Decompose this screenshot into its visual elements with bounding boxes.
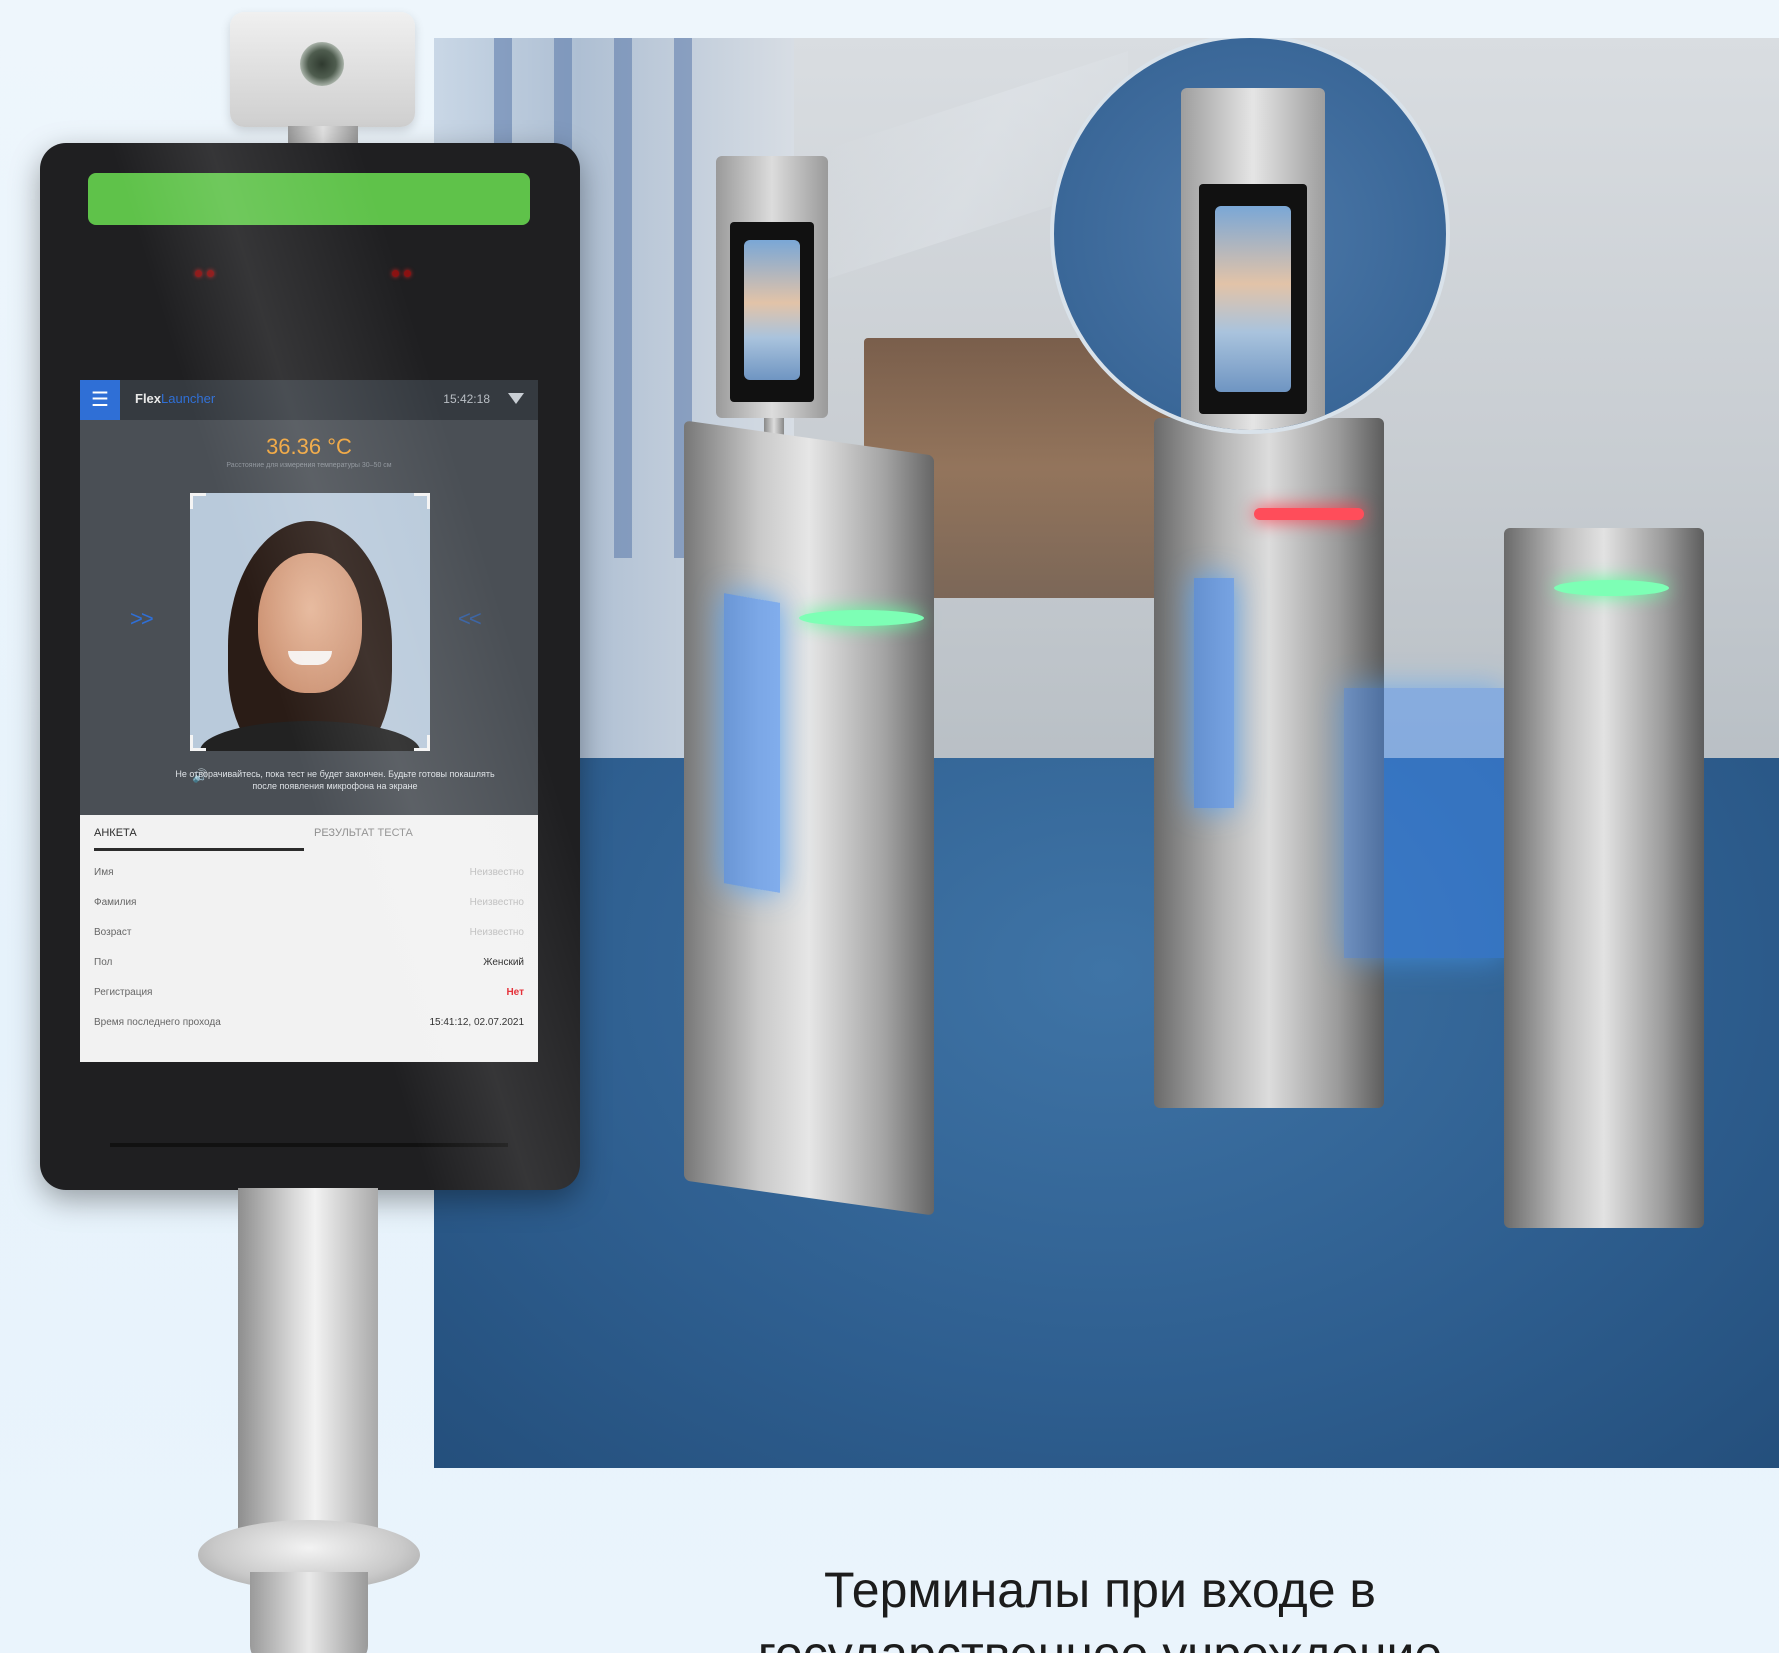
temperature-hint: Расстояние для измерения температуры 30–…: [226, 462, 392, 469]
field-row: Фамилия Неизвестно: [80, 889, 538, 919]
turnstile-glow: [1344, 688, 1504, 958]
portrait-face: [258, 553, 362, 693]
magnified-terminal-body: [1181, 88, 1325, 430]
ir-sensor: [392, 270, 399, 277]
info-panel: АНКЕТА РЕЗУЛЬТАТ ТЕСТА Имя Неизвестно Фа…: [80, 815, 538, 1062]
camera-lens: [300, 42, 344, 86]
caption-line: Терминалы при входе в: [824, 1562, 1376, 1618]
small-terminal: [716, 156, 828, 418]
thermal-camera: [230, 12, 415, 127]
stand-foot: [250, 1572, 368, 1653]
app-title: FlexLauncher: [135, 391, 215, 406]
temperature-readout: 36.36 °C: [266, 434, 352, 459]
ir-sensor: [207, 270, 214, 277]
chevron-left-icon: <<: [458, 606, 482, 631]
chevron-right-icon: >>: [130, 606, 154, 631]
caption-line: государственное учреждение: [700, 1622, 1500, 1653]
frame-corner: [190, 735, 206, 751]
field-value: Неизвестно: [469, 897, 524, 908]
wifi-icon: [508, 393, 524, 404]
masked-face-image: [1215, 206, 1291, 392]
field-label: Время последнего прохода: [94, 1017, 221, 1028]
turnstile-left: [684, 420, 934, 1216]
tab-test-result[interactable]: РЕЗУЛЬТАТ ТЕСТА: [314, 815, 524, 851]
turnstile-green-light: [1554, 580, 1669, 596]
field-label: Пол: [94, 957, 113, 968]
field-value: Неизвестно: [469, 927, 524, 938]
photo-blind: [614, 38, 632, 558]
app-title-primary: Flex: [135, 391, 162, 406]
field-value: Неизвестно: [469, 867, 524, 878]
magnified-terminal: [1050, 38, 1450, 434]
field-row: Регистрация Нет: [80, 979, 538, 1009]
field-row: Имя Неизвестно: [80, 859, 538, 889]
field-label: Фамилия: [94, 897, 137, 908]
turnstile-glow: [1194, 578, 1234, 808]
masked-face-thumbnail: [744, 240, 800, 380]
field-value: 15:41:12, 02.07.2021: [429, 1017, 524, 1028]
field-value: Женский: [483, 957, 524, 968]
field-list: Имя Неизвестно Фамилия Неизвестно Возрас…: [80, 859, 538, 1039]
frame-corner: [414, 735, 430, 751]
field-row: Пол Женский: [80, 949, 538, 979]
turnstile-right: [1504, 528, 1704, 1228]
field-label: Возраст: [94, 927, 132, 938]
caption: Терминалы при входе в государственное уч…: [700, 1558, 1500, 1653]
tab-questionnaire[interactable]: АНКЕТА: [94, 815, 304, 851]
status-light-bar: [88, 173, 530, 225]
app-title-accent: Launcher: [161, 391, 216, 406]
portrait-body: [200, 721, 420, 751]
camera-mount: [288, 126, 358, 144]
magnified-terminal-screen: [1199, 184, 1307, 414]
field-row: Время последнего прохода 15:41:12, 02.07…: [80, 1009, 538, 1039]
field-row: Возраст Неизвестно: [80, 919, 538, 949]
turnstile-green-light: [799, 610, 924, 626]
voice-instruction: Не отворачивайтесь, пока тест не будет з…: [175, 769, 495, 791]
face-capture-frame: [190, 493, 430, 751]
device-chin: [110, 1143, 508, 1147]
terminal-screen: ☰ FlexLauncher 15:42:18 36.36 °C Расстоя…: [80, 380, 538, 1062]
frame-corner: [190, 493, 206, 509]
terminal-stand: [238, 1188, 378, 1568]
turnstile-red-light: [1254, 508, 1364, 520]
hamburger-icon[interactable]: ☰: [80, 380, 120, 420]
app-bar: ☰ FlexLauncher 15:42:18: [80, 380, 538, 420]
turnstile-photo: [434, 38, 1779, 1468]
field-label: Имя: [94, 867, 114, 878]
field-label: Регистрация: [94, 987, 153, 998]
terminal-device: ☰ FlexLauncher 15:42:18 36.36 °C Расстоя…: [40, 143, 580, 1190]
registration-status: Нет: [506, 987, 524, 998]
ir-sensor: [195, 270, 202, 277]
small-terminal-screen: [730, 222, 814, 402]
turnstile-glow: [724, 593, 780, 893]
ir-sensor: [404, 270, 411, 277]
clock: 15:42:18: [443, 392, 490, 406]
frame-corner: [414, 493, 430, 509]
